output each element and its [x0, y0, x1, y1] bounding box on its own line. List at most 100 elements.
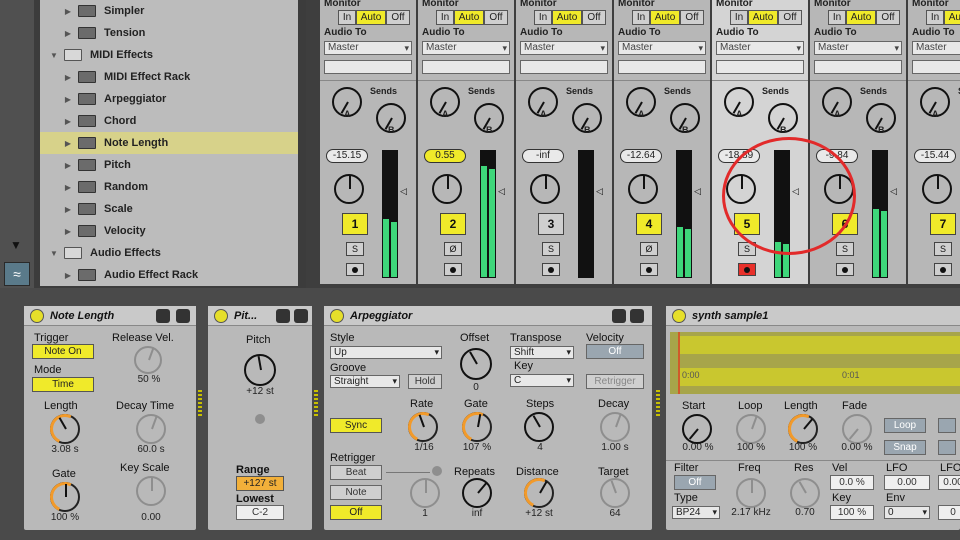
filter-type-select[interactable]: BP24	[672, 506, 720, 519]
snap-button[interactable]: Snap	[884, 440, 926, 455]
device-preset-icon[interactable]	[276, 309, 290, 323]
monitor-auto-button[interactable]: Auto	[748, 10, 778, 25]
range-value[interactable]: +127 st	[236, 476, 284, 491]
monitor-in-button[interactable]: In	[534, 10, 552, 25]
start-knob[interactable]	[682, 414, 712, 444]
fader-arrow-icon[interactable]: ◁	[596, 186, 603, 197]
device-preset-icon[interactable]	[156, 309, 170, 323]
solo-button[interactable]: S	[542, 242, 560, 256]
fade-knob[interactable]	[842, 414, 872, 444]
fader-arrow-icon[interactable]: ◁	[890, 186, 897, 197]
repeats-knob[interactable]	[462, 478, 492, 508]
pitch-knob[interactable]	[244, 354, 276, 386]
browser-item[interactable]: ▶ MIDI Effect Rack	[40, 66, 298, 88]
device-power-icon[interactable]	[330, 309, 344, 323]
extra-toggle-1[interactable]	[938, 418, 956, 433]
release-vel-knob[interactable]	[134, 346, 162, 374]
expand-triangle-icon[interactable]: ▶	[62, 205, 74, 214]
device-power-icon[interactable]	[672, 309, 686, 323]
browser-item[interactable]: ▶ Random	[40, 176, 298, 198]
key-select[interactable]: C	[510, 374, 574, 387]
routing-channel-box[interactable]	[716, 60, 804, 74]
routing-channel-box[interactable]	[324, 60, 412, 74]
expand-triangle-icon[interactable]: ▶	[62, 29, 74, 38]
rate-knob[interactable]	[408, 412, 438, 442]
audio-to-select[interactable]: Master	[520, 41, 608, 55]
extra-toggle-2[interactable]	[938, 440, 956, 455]
arm-record-button[interactable]	[346, 263, 364, 276]
monitor-in-button[interactable]: In	[926, 10, 944, 25]
retrigger-button[interactable]: Retrigger	[586, 374, 644, 389]
track-activator-button[interactable]: 2	[440, 213, 466, 235]
gate-knob[interactable]	[462, 412, 492, 442]
transpose-select[interactable]: Shift	[510, 346, 574, 359]
collapse-triangle-icon[interactable]: ▼	[48, 249, 60, 258]
key-value[interactable]: 100 %	[830, 505, 874, 520]
monitor-auto-button[interactable]: Auto	[944, 10, 960, 25]
repeat-knob[interactable]	[410, 478, 440, 508]
audio-to-select[interactable]: Master	[814, 41, 902, 55]
length-knob[interactable]	[788, 414, 818, 444]
track-volume-value[interactable]: -inf	[522, 149, 564, 163]
lfo-value[interactable]: 0.00	[884, 475, 930, 490]
pan-knob[interactable]	[432, 174, 462, 204]
audio-to-select[interactable]: Master	[324, 41, 412, 55]
monitor-off-button[interactable]: Off	[386, 10, 410, 25]
device-save-icon[interactable]	[294, 309, 308, 323]
track-volume-value[interactable]: -15.44	[914, 149, 956, 163]
retrigger-beat-button[interactable]: Beat	[330, 465, 382, 480]
routing-channel-box[interactable]	[814, 60, 902, 74]
browser-item[interactable]: ▶ Pitch	[40, 154, 298, 176]
track-volume-value[interactable]: 0.55	[424, 149, 466, 163]
arm-record-button[interactable]	[640, 263, 658, 276]
monitor-auto-button[interactable]: Auto	[552, 10, 582, 25]
loop-button[interactable]: Loop	[884, 418, 926, 433]
monitor-auto-button[interactable]: Auto	[356, 10, 386, 25]
monitor-off-button[interactable]: Off	[680, 10, 704, 25]
monitor-off-button[interactable]: Off	[778, 10, 802, 25]
pan-knob[interactable]	[334, 174, 364, 204]
browser-item[interactable]: ▼ MIDI Effects	[40, 44, 298, 66]
expand-triangle-icon[interactable]: ▶	[62, 183, 74, 192]
expand-triangle-icon[interactable]: ▶	[62, 161, 74, 170]
track-activator-button[interactable]: 1	[342, 213, 368, 235]
sync-button[interactable]: Sync	[330, 418, 382, 433]
solo-button[interactable]: S	[346, 242, 364, 256]
lowest-value[interactable]: C-2	[236, 505, 284, 520]
solo-button[interactable]: Ø	[640, 242, 658, 256]
env-select[interactable]: 0	[884, 506, 930, 519]
monitor-auto-button[interactable]: Auto	[650, 10, 680, 25]
key2-value[interactable]: 0	[938, 505, 960, 520]
browser-item[interactable]: ▶ Tension	[40, 22, 298, 44]
browser-item[interactable]: ▶ Arpeggiator	[40, 88, 298, 110]
target-knob[interactable]	[600, 478, 630, 508]
retrigger-off-button[interactable]: Off	[330, 505, 382, 520]
loop-knob[interactable]	[736, 414, 766, 444]
audio-to-select[interactable]: Master	[422, 41, 510, 55]
decay-time-knob[interactable]	[136, 414, 166, 444]
track-volume-value[interactable]: -12.64	[620, 149, 662, 163]
velocity-off-button[interactable]: Off	[586, 344, 644, 359]
mode-time-button[interactable]: Time	[32, 377, 94, 392]
expand-triangle-icon[interactable]: ▶	[62, 117, 74, 126]
expand-triangle-icon[interactable]: ▶	[62, 7, 74, 16]
expand-triangle-icon[interactable]: ▶	[62, 271, 74, 280]
collapse-triangle-icon[interactable]: ▼	[48, 51, 60, 60]
monitor-off-button[interactable]: Off	[484, 10, 508, 25]
trigger-note-on-button[interactable]: Note On	[32, 344, 94, 359]
offset-knob[interactable]	[460, 348, 492, 380]
track-volume-value[interactable]: -15.15	[326, 149, 368, 163]
solo-button[interactable]: S	[836, 242, 854, 256]
expand-triangle-icon[interactable]: ▶	[62, 227, 74, 236]
device-save-icon[interactable]	[176, 309, 190, 323]
track-activator-button[interactable]: 4	[636, 213, 662, 235]
device-power-icon[interactable]	[30, 309, 44, 323]
arm-record-button[interactable]	[934, 263, 952, 276]
monitor-in-button[interactable]: In	[436, 10, 454, 25]
pan-knob[interactable]	[922, 174, 952, 204]
sample-waveform[interactable]: 0:00 0:01	[670, 332, 960, 394]
browser-item[interactable]: ▶ Note Length	[40, 132, 298, 154]
monitor-in-button[interactable]: In	[338, 10, 356, 25]
vel-value[interactable]: 0.0 %	[830, 475, 874, 490]
audio-to-select[interactable]: Master	[618, 41, 706, 55]
